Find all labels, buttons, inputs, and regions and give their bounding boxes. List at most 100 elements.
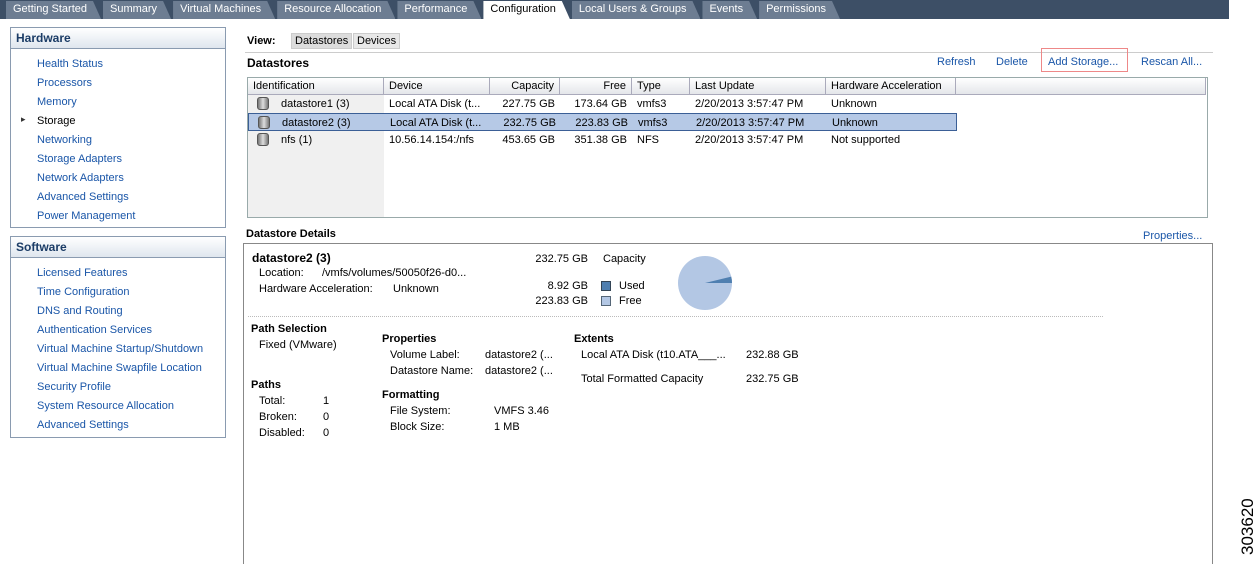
table-cell: datastore1 (3) bbox=[281, 98, 350, 110]
details-title: Datastore Details bbox=[246, 228, 336, 240]
refresh-link[interactable]: Refresh bbox=[937, 56, 976, 68]
sidebar-item-time-configuration[interactable]: Time Configuration bbox=[11, 283, 225, 302]
tab-summary[interactable]: Summary bbox=[103, 1, 171, 19]
paths-broken-label: Broken: bbox=[259, 411, 297, 423]
sidebar-item-network-adapters[interactable]: Network Adapters bbox=[11, 169, 225, 188]
tab-resource-allocation[interactable]: Resource Allocation bbox=[277, 1, 395, 19]
sidebar-item-power-management[interactable]: Power Management bbox=[11, 207, 225, 226]
extent-name: Local ATA Disk (t10.ATA___... bbox=[581, 349, 726, 361]
rescan-all-link[interactable]: Rescan All... bbox=[1141, 56, 1202, 68]
sidebar-item-virtual-machine-startup-shutdown[interactable]: Virtual Machine Startup/Shutdown bbox=[11, 340, 225, 359]
datastores-table: Identification Device Capacity Free Type Last… bbox=[247, 77, 1208, 218]
column-header[interactable]: Free bbox=[560, 78, 632, 95]
add-storage-link[interactable]: Add Storage... bbox=[1041, 48, 1128, 72]
detail-name: datastore2 (3) bbox=[252, 251, 331, 265]
location-label: Location: bbox=[259, 267, 304, 279]
path-selection-value: Fixed (VMware) bbox=[259, 339, 337, 351]
table-cell: 173.64 GB bbox=[574, 98, 627, 110]
hwaccel-label: Hardware Acceleration: bbox=[259, 283, 373, 295]
hardware-header: Hardware bbox=[11, 28, 225, 49]
tab-virtual-machines[interactable]: Virtual Machines bbox=[173, 1, 275, 19]
sidebar-item-health-status[interactable]: Health Status bbox=[11, 55, 225, 74]
free-swatch-icon bbox=[601, 296, 611, 306]
sidebar-item-security-profile[interactable]: Security Profile bbox=[11, 378, 225, 397]
table-cell: Unknown bbox=[831, 98, 877, 110]
capacity-value: 232.75 GB bbox=[535, 253, 588, 265]
sidebar-item-licensed-features[interactable]: Licensed Features bbox=[11, 264, 225, 283]
formatting-title: Formatting bbox=[382, 389, 440, 401]
column-header[interactable]: Last Update bbox=[690, 78, 826, 95]
file-system-value: VMFS 3.46 bbox=[494, 405, 550, 417]
table-row[interactable]: datastore1 (3) Local ATA Disk (t... 227.75… bbox=[248, 95, 957, 113]
paths-disabled-value: 0 bbox=[323, 427, 330, 439]
software-header: Software bbox=[11, 237, 225, 258]
delete-link[interactable]: Delete bbox=[996, 56, 1028, 68]
volume-label-label: Volume Label: bbox=[390, 349, 460, 361]
tab-getting-started[interactable]: Getting Started bbox=[6, 1, 101, 19]
column-header[interactable]: Device bbox=[384, 78, 490, 95]
datastore-name-value: datastore2 (... bbox=[485, 365, 553, 377]
datastore-icon bbox=[258, 116, 270, 129]
table-cell: vmfs3 bbox=[638, 117, 668, 129]
sidebar-item-memory[interactable]: Memory bbox=[11, 93, 225, 112]
used-label: Used bbox=[619, 280, 645, 292]
path-selection-title: Path Selection bbox=[251, 323, 327, 335]
total-formatted-value: 232.75 GB bbox=[746, 373, 799, 385]
column-header[interactable]: Type bbox=[632, 78, 690, 95]
sidebar-item-advanced-settings[interactable]: Advanced Settings bbox=[11, 188, 225, 207]
sidebar-item-processors[interactable]: Processors bbox=[11, 74, 225, 93]
tab-events[interactable]: Events bbox=[702, 1, 757, 19]
sidebar-item-system-resource-allocation[interactable]: System Resource Allocation bbox=[11, 397, 225, 416]
datastore-name-label: Datastore Name: bbox=[390, 365, 474, 377]
view-datastores-button[interactable]: Datastores bbox=[291, 33, 353, 49]
table-cell: Not supported bbox=[831, 134, 901, 146]
sidebar-item-networking[interactable]: Networking bbox=[11, 131, 225, 150]
tab-local-users-groups[interactable]: Local Users & Groups bbox=[572, 1, 701, 19]
datastore-icon bbox=[257, 133, 269, 146]
paths-total-label: Total: bbox=[259, 395, 286, 407]
used-value: 8.92 GB bbox=[547, 280, 588, 292]
table-cell: 10.56.14.154:/nfs bbox=[389, 134, 475, 146]
tab-permissions[interactable]: Permissions bbox=[759, 1, 840, 19]
extent-size: 232.88 GB bbox=[746, 349, 799, 361]
table-row[interactable]: nfs (1) 10.56.14.154:/nfs 453.65 GB 351.38 … bbox=[248, 131, 957, 149]
table-cell: Local ATA Disk (t... bbox=[389, 98, 481, 110]
table-cell: Local ATA Disk (t... bbox=[390, 117, 482, 129]
block-size-value: 1 MB bbox=[494, 421, 520, 433]
extents-title: Extents bbox=[574, 333, 614, 345]
software-panel: Software Licensed Features Time Configura… bbox=[10, 236, 226, 438]
sidebar-item-virtual-machine-swapfile-location[interactable]: Virtual Machine Swapfile Location bbox=[11, 359, 225, 378]
column-header[interactable] bbox=[956, 78, 1206, 95]
table-cell: 2/20/2013 3:57:47 PM bbox=[695, 134, 804, 146]
table-cell: 453.65 GB bbox=[502, 134, 555, 146]
sidebar-item-storage[interactable]: Storage bbox=[11, 112, 225, 131]
hardware-panel: Hardware Health StatusProcessorsMemorySt… bbox=[10, 27, 226, 228]
column-header[interactable]: Capacity bbox=[490, 78, 560, 95]
sidebar-item-authentication-services[interactable]: Authentication Services bbox=[11, 321, 225, 340]
datastore-icon bbox=[257, 97, 269, 110]
used-swatch-icon bbox=[601, 281, 611, 291]
table-cell: nfs (1) bbox=[281, 134, 313, 146]
paths-broken-value: 0 bbox=[323, 411, 330, 423]
capacity-label: Capacity bbox=[603, 253, 646, 265]
table-cell: NFS bbox=[637, 134, 659, 146]
file-system-label: File System: bbox=[390, 405, 451, 417]
paths-title: Paths bbox=[251, 379, 281, 391]
tab-configuration[interactable]: Configuration bbox=[483, 1, 569, 19]
properties-link[interactable]: Properties... bbox=[1143, 230, 1202, 242]
sidebar-item-dns-and-routing[interactable]: DNS and Routing bbox=[11, 302, 225, 321]
free-value: 223.83 GB bbox=[535, 295, 588, 307]
table-row[interactable]: datastore2 (3) Local ATA Disk (t... 232.75… bbox=[248, 113, 957, 131]
free-label: Free bbox=[619, 295, 642, 307]
tab-performance[interactable]: Performance bbox=[397, 1, 481, 19]
sidebar-item-advanced-settings[interactable]: Advanced Settings bbox=[11, 416, 225, 435]
view-devices-button[interactable]: Devices bbox=[353, 33, 401, 49]
column-header[interactable]: Hardware Acceleration bbox=[826, 78, 956, 95]
usage-pie-chart bbox=[678, 256, 732, 310]
sidebar-item-storage-adapters[interactable]: Storage Adapters bbox=[11, 150, 225, 169]
table-cell: 223.83 GB bbox=[575, 117, 628, 129]
hwaccel-value: Unknown bbox=[393, 283, 439, 295]
table-cell: 351.38 GB bbox=[574, 134, 627, 146]
table-cell: 227.75 GB bbox=[502, 98, 555, 110]
column-header[interactable]: Identification bbox=[248, 78, 384, 95]
